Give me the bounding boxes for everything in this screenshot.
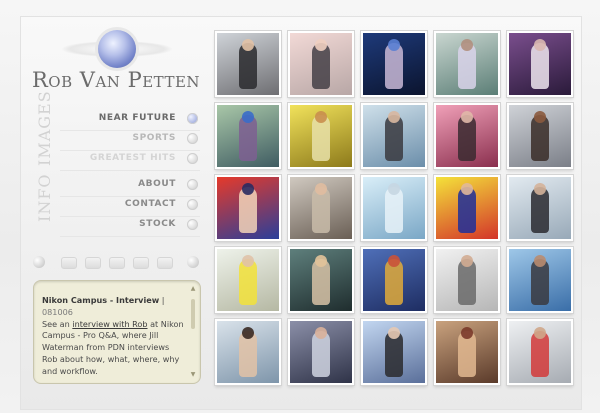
photo-subject-head — [388, 39, 400, 51]
photo-subject-head — [461, 111, 473, 123]
photo-subject-head — [242, 111, 254, 123]
photo-thumbnail[interactable] — [507, 31, 573, 97]
nav-label: ABOUT — [138, 179, 176, 189]
photo-subject-head — [242, 327, 254, 339]
nav-dot-icon — [187, 113, 198, 124]
section-label-images: IMAGES — [35, 90, 54, 166]
page: Rob Van Petten IMAGES INFO NEAR FUTURE S… — [0, 0, 600, 413]
photo-thumbnail[interactable] — [434, 103, 500, 169]
photo-subject-head — [388, 183, 400, 195]
photo-thumbnail[interactable] — [215, 175, 281, 241]
nav-dot-icon — [187, 199, 198, 210]
photo-subject-head — [315, 39, 327, 51]
photo-subject-head — [461, 255, 473, 267]
photo-subject-head — [534, 183, 546, 195]
news-link[interactable]: interview with Rob — [72, 319, 147, 329]
photo-subject-head — [315, 255, 327, 267]
nav-dot-icon — [187, 179, 198, 190]
thumbnail-grid — [214, 30, 574, 386]
pager-prev-button[interactable] — [33, 256, 45, 268]
news-text-before: See an — [42, 318, 73, 329]
photo-subject-head — [534, 39, 546, 51]
news-scrollbar[interactable]: ▲ ▼ — [189, 285, 197, 379]
nav-label: STOCK — [139, 219, 176, 229]
nav-item-sports[interactable]: SPORTS — [60, 130, 200, 151]
nav-dot-icon — [187, 219, 198, 230]
photo-thumbnail[interactable] — [361, 319, 427, 385]
news-content: Nikon Campus - Interview | 081006 See an… — [42, 295, 186, 378]
photo-thumbnail[interactable] — [507, 247, 573, 313]
photo-subject-head — [315, 327, 327, 339]
site-title[interactable]: Rob Van Petten — [32, 68, 202, 92]
pager-page-button[interactable] — [109, 257, 125, 269]
pager-next-button[interactable] — [187, 256, 199, 268]
photo-thumbnail[interactable] — [434, 247, 500, 313]
nav-label: GREATEST HITS — [89, 153, 176, 163]
photo-thumbnail[interactable] — [215, 247, 281, 313]
photo-subject-head — [388, 255, 400, 267]
photo-thumbnail[interactable] — [288, 175, 354, 241]
photo-thumbnail[interactable] — [507, 175, 573, 241]
photo-subject-head — [315, 111, 327, 123]
photo-thumbnail[interactable] — [507, 103, 573, 169]
nav-item-near-future[interactable]: NEAR FUTURE — [60, 110, 200, 131]
photo-thumbnail[interactable] — [288, 319, 354, 385]
scroll-down-icon[interactable]: ▼ — [189, 371, 197, 379]
photo-thumbnail[interactable] — [434, 175, 500, 241]
photo-thumbnail[interactable] — [215, 103, 281, 169]
pager-page-button[interactable] — [85, 257, 101, 269]
nav-label: SPORTS — [132, 133, 176, 143]
news-date: 081006 — [42, 306, 73, 317]
photo-thumbnail[interactable] — [361, 247, 427, 313]
photo-thumbnail[interactable] — [215, 31, 281, 97]
photo-thumbnail[interactable] — [288, 31, 354, 97]
pager-page-button[interactable] — [61, 257, 77, 269]
photo-subject-head — [388, 111, 400, 123]
nav-item-stock[interactable]: STOCK — [60, 216, 200, 237]
nav-dot-icon — [187, 153, 198, 164]
scroll-up-icon[interactable]: ▲ — [189, 285, 197, 293]
photo-thumbnail[interactable] — [361, 175, 427, 241]
photo-thumbnail[interactable] — [507, 319, 573, 385]
news-title: Nikon Campus - Interview — [42, 295, 160, 305]
pager-page-button[interactable] — [157, 257, 173, 269]
scroll-thumb[interactable] — [191, 299, 195, 329]
photo-subject-head — [534, 255, 546, 267]
nav-label: CONTACT — [124, 199, 176, 209]
photo-subject-head — [461, 39, 473, 51]
news-box[interactable]: Nikon Campus - Interview | 081006 See an… — [33, 280, 201, 384]
photo-subject-head — [388, 327, 400, 339]
nav-item-about[interactable]: ABOUT — [60, 176, 200, 197]
pager-page-button[interactable] — [133, 257, 149, 269]
nav-item-greatest-hits[interactable]: GREATEST HITS — [60, 150, 200, 171]
photo-thumbnail[interactable] — [288, 247, 354, 313]
nav-item-contact[interactable]: CONTACT — [60, 196, 200, 217]
nav-label: NEAR FUTURE — [98, 113, 176, 123]
photo-thumbnail[interactable] — [434, 319, 500, 385]
photo-subject-head — [242, 39, 254, 51]
photo-subject-head — [534, 327, 546, 339]
photo-thumbnail[interactable] — [361, 103, 427, 169]
pager — [33, 256, 201, 272]
logo-orb-icon[interactable] — [98, 30, 136, 68]
photo-subject-head — [534, 111, 546, 123]
photo-thumbnail[interactable] — [288, 103, 354, 169]
photo-subject-head — [242, 183, 254, 195]
photo-thumbnail[interactable] — [361, 31, 427, 97]
photo-subject-head — [461, 183, 473, 195]
news-separator: | — [161, 295, 165, 305]
photo-subject-head — [461, 327, 473, 339]
photo-subject-head — [315, 183, 327, 195]
photo-thumbnail[interactable] — [434, 31, 500, 97]
section-label-info: INFO — [35, 173, 54, 222]
photo-subject-head — [242, 255, 254, 267]
nav-dot-icon — [187, 133, 198, 144]
photo-thumbnail[interactable] — [215, 319, 281, 385]
